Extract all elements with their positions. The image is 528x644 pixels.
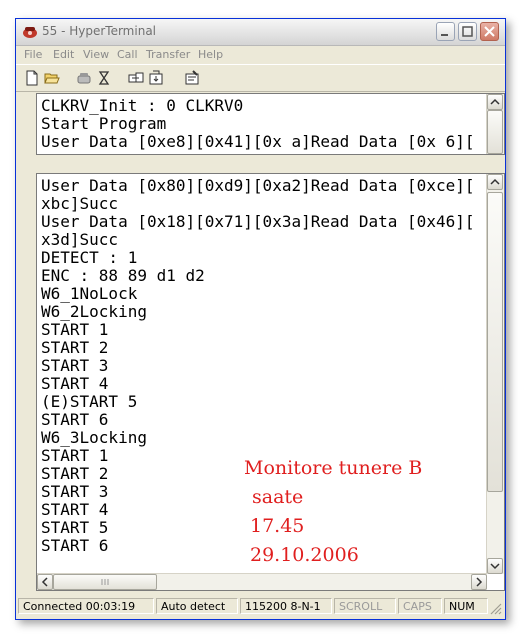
status-bar: Connected 00:03:19 Auto detect 115200 8-… <box>16 595 505 617</box>
close-button[interactable] <box>480 22 499 41</box>
arrow-up-icon <box>490 98 500 105</box>
receive-icon[interactable] <box>148 70 164 86</box>
status-scroll: SCROLL <box>334 598 396 614</box>
menu-transfer[interactable]: Transfer <box>146 48 190 61</box>
arrow-right-icon <box>476 577 483 587</box>
scroll-right-button[interactable] <box>471 574 487 590</box>
terminal-line: CLKRV_Init : 0 CLKRV0 <box>41 96 244 115</box>
menu-file[interactable]: File <box>24 48 42 61</box>
horizontal-scroll-thumb[interactable] <box>53 574 157 590</box>
terminal-line: (E)START 5 <box>41 392 138 411</box>
maximize-button[interactable] <box>458 22 477 41</box>
hyperterminal-app-icon[interactable] <box>22 24 38 40</box>
terminal-line: User Data [0xe8][0x41][0x a]Read Data [0… <box>41 132 475 151</box>
terminal-line: xbc]Succ <box>41 194 119 213</box>
menu-call[interactable]: Call <box>117 48 138 61</box>
phone-icon[interactable] <box>76 70 92 86</box>
status-settings: 115200 8-N-1 <box>240 598 332 614</box>
arrow-left-icon <box>41 577 48 587</box>
terminal-line: START 1 <box>41 320 109 339</box>
open-icon[interactable] <box>44 70 60 86</box>
annotation-line: 17.45 <box>250 515 305 537</box>
terminal-line: START 4 <box>41 500 109 519</box>
top-vertical-scrollbar[interactable] <box>486 94 504 154</box>
terminal-line: User Data [0x80][0xd9][0xa2]Read Data [0… <box>41 176 475 195</box>
menu-edit[interactable]: Edit <box>53 48 74 61</box>
terminal-line: x3d]Succ <box>41 230 119 249</box>
send-icon[interactable] <box>128 70 144 86</box>
terminal-line: W6_2Locking <box>41 302 147 321</box>
scroll-left-button[interactable] <box>37 574 53 590</box>
status-connected: Connected 00:03:19 <box>18 598 154 614</box>
title-bar[interactable]: 55 - HyperTerminal <box>16 19 505 46</box>
maximize-icon <box>462 26 473 37</box>
terminal-line: W6_1NoLock <box>41 284 138 303</box>
status-caps: CAPS <box>398 598 442 614</box>
properties-icon[interactable] <box>184 70 200 86</box>
menu-help[interactable]: Help <box>198 48 223 61</box>
scroll-up-button[interactable] <box>487 174 503 190</box>
minimize-button[interactable] <box>436 22 455 41</box>
grip-icon <box>101 579 109 585</box>
annotation-line: saate <box>252 486 304 508</box>
annotation-line: Monitore tunere B <box>244 457 423 479</box>
terminal-line: START 2 <box>41 464 109 483</box>
minimize-icon <box>441 34 448 36</box>
terminal-line: START 3 <box>41 482 109 501</box>
arrow-down-icon <box>490 563 500 570</box>
terminal-line: START 2 <box>41 338 109 357</box>
terminal-line: START 6 <box>41 536 109 555</box>
terminal-line: START 1 <box>41 446 109 465</box>
resize-grip-icon[interactable] <box>490 603 502 615</box>
status-num: NUM <box>444 598 488 614</box>
new-icon[interactable] <box>24 70 40 86</box>
main-scroll-thumb[interactable] <box>487 192 503 492</box>
top-terminal-pane[interactable]: CLKRV_Init : 0 CLKRV0 Start Program User… <box>36 93 505 155</box>
main-terminal-pane[interactable]: User Data [0x80][0xd9][0xa2]Read Data [0… <box>36 173 505 591</box>
scroll-down-button[interactable] <box>487 558 503 574</box>
window-title: 55 - HyperTerminal <box>42 24 156 38</box>
disconnect-icon[interactable] <box>96 70 112 86</box>
terminal-line: START 6 <box>41 410 109 429</box>
menu-bar: File Edit View Call Transfer Help <box>16 46 505 64</box>
top-scroll-thumb[interactable] <box>487 110 503 154</box>
terminal-line: START 4 <box>41 374 109 393</box>
annotation-line: 29.10.2006 <box>250 544 359 566</box>
status-detect: Auto detect <box>156 598 238 614</box>
scroll-up-button[interactable] <box>487 94 503 110</box>
terminal-line: User Data [0x18][0x71][0x3a]Read Data [0… <box>41 212 475 231</box>
terminal-line: Start Program <box>41 114 167 133</box>
arrow-up-icon <box>490 178 500 185</box>
terminal-line: START 5 <box>41 518 109 537</box>
horizontal-scrollbar[interactable] <box>37 573 487 590</box>
toolbar <box>16 64 505 92</box>
hyperterminal-window: 55 - HyperTerminal File Edit View Call T… <box>15 18 506 620</box>
terminal-line: ENC : 88 89 d1 d2 <box>41 266 205 285</box>
main-vertical-scrollbar[interactable] <box>486 174 504 574</box>
close-icon <box>484 26 495 37</box>
terminal-line: DETECT : 1 <box>41 248 138 267</box>
terminal-line: W6_3Locking <box>41 428 147 447</box>
menu-view[interactable]: View <box>83 48 109 61</box>
terminal-line: START 3 <box>41 356 109 375</box>
